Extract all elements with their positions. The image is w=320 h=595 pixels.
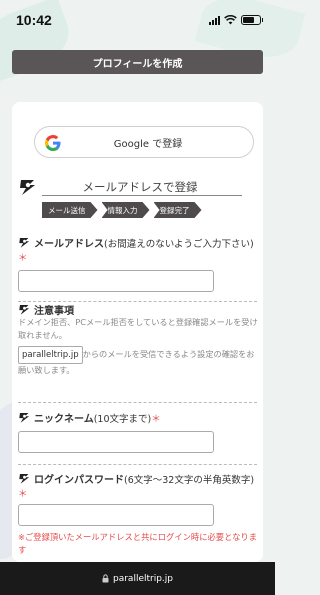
required-mark: ＊ — [18, 253, 28, 264]
signal-icon — [209, 15, 220, 25]
password-label: ログインパスワード(6文字〜32文字の半角英数字) ＊ — [18, 472, 258, 502]
notice-body: ドメイン拒否、PCメール拒否をしていると登録確認メールを受け取れません。 par… — [18, 316, 258, 377]
domain-badge: paralleltrip.jp — [18, 346, 83, 364]
battery-icon — [241, 15, 263, 25]
step-send-mail: メール送信 — [42, 202, 98, 218]
notice-text: ドメイン拒否、PCメール拒否をしていると登録確認メールを受け取れません。 — [18, 317, 258, 340]
required-mark: ＊ — [18, 489, 28, 500]
status-icons — [209, 15, 263, 25]
nickname-hint: (10文字まで) — [93, 414, 152, 425]
nickname-label-text: ニックネーム — [34, 414, 94, 425]
nickname-field[interactable] — [18, 431, 214, 453]
brand-logo-icon — [19, 304, 30, 315]
password-hint: (6文字〜32文字の半角英数字) — [124, 475, 255, 486]
section-divider — [18, 301, 257, 302]
brand-logo-icon — [20, 180, 35, 195]
status-time: 10:42 — [16, 12, 52, 28]
section-title: メールアドレスで登録 — [82, 180, 198, 194]
registration-form-card: Google で登録 メールアドレスで登録 メール送信 情報入力 登録完了 メー… — [12, 102, 263, 562]
browser-url-bar[interactable]: paralleltrip.jp — [0, 562, 275, 595]
email-field[interactable] — [18, 270, 214, 292]
status-bar: 10:42 — [0, 0, 275, 40]
required-mark: ＊ — [151, 414, 161, 425]
email-label-text: メールアドレス — [34, 239, 104, 250]
nickname-label: ニックネーム(10文字まで)＊ — [18, 411, 161, 427]
email-hint: (お間違えのないようご入力下さい) — [104, 239, 254, 250]
registration-steps: メール送信 情報入力 登録完了 — [42, 202, 202, 218]
password-label-text: ログインパスワード — [34, 475, 124, 486]
step-enter-info: 情報入力 — [102, 202, 150, 218]
wifi-icon — [224, 15, 237, 25]
google-button-label: Google で登録 — [113, 138, 183, 150]
google-signup-button[interactable]: Google で登録 — [34, 126, 254, 158]
password-field[interactable] — [18, 504, 214, 526]
lock-icon — [102, 574, 109, 583]
section-divider — [18, 402, 257, 403]
url-text: paralleltrip.jp — [113, 573, 173, 584]
email-label: メールアドレス(お間違えのないようご入力下さい) ＊ — [18, 236, 258, 266]
brand-logo-icon — [19, 237, 30, 248]
google-icon — [45, 135, 61, 151]
page-title: プロフィールを作成 — [12, 50, 263, 74]
login-note: ※ご登録頂いたメールアドレスと共にログイン時に必要となります — [18, 532, 258, 555]
brand-logo-icon — [19, 412, 30, 423]
step-complete: 登録完了 — [154, 202, 202, 218]
section-divider — [42, 195, 242, 196]
section-divider — [18, 464, 257, 465]
brand-logo-icon — [19, 473, 30, 484]
